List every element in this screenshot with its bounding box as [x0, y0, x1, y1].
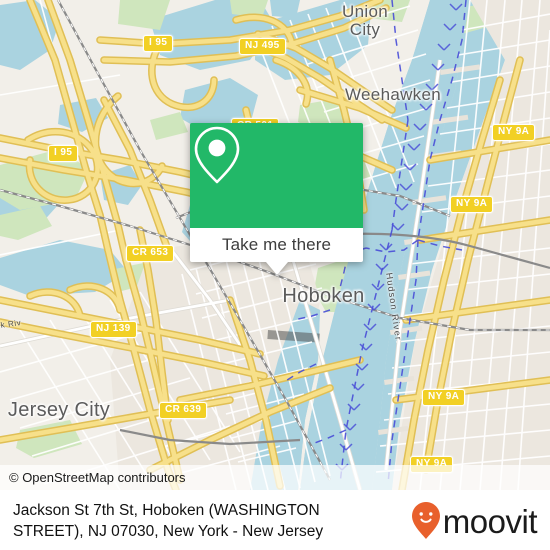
- take-me-there-label: Take me there: [221, 235, 332, 254]
- highway-shield-i95-north: I 95: [143, 35, 174, 52]
- take-me-there-button[interactable]: Take me there: [190, 228, 363, 262]
- highway-shield-cr639: CR 639: [159, 402, 208, 419]
- moovit-logo[interactable]: moovit: [411, 501, 550, 541]
- highway-shield-ny9a-upper: NY 9A: [450, 196, 494, 213]
- highway-shield-nj495: NJ 495: [239, 38, 286, 55]
- location-pin-icon: [194, 126, 240, 184]
- map-screenshot: Union City Weehawken Hoboken Jersey City…: [0, 0, 550, 550]
- osm-attribution-text[interactable]: © OpenStreetMap contributors: [0, 470, 186, 485]
- popup-icon-area: [190, 123, 363, 228]
- highway-shield-cr653: CR 653: [126, 245, 175, 262]
- highway-shield-ny9a-north: NY 9A: [492, 124, 536, 141]
- moovit-wordmark: moovit: [442, 502, 538, 540]
- map-attribution-bar: © OpenStreetMap contributors: [0, 465, 550, 490]
- footer-bar: Jackson St 7th St, Hoboken (WASHINGTON S…: [0, 490, 550, 550]
- location-title: Jackson St 7th St, Hoboken (WASHINGTON S…: [13, 502, 324, 540]
- map-canvas[interactable]: Union City Weehawken Hoboken Jersey City…: [0, 0, 550, 490]
- highway-shield-i95-south: I 95: [48, 145, 79, 162]
- highway-shield-nj139: NJ 139: [90, 321, 137, 338]
- popup-tail: [265, 262, 288, 275]
- moovit-smiley-pin-icon: [411, 502, 440, 539]
- destination-popup-card[interactable]: Take me there: [190, 123, 363, 275]
- highway-shield-ny9a-mid: NY 9A: [422, 389, 466, 406]
